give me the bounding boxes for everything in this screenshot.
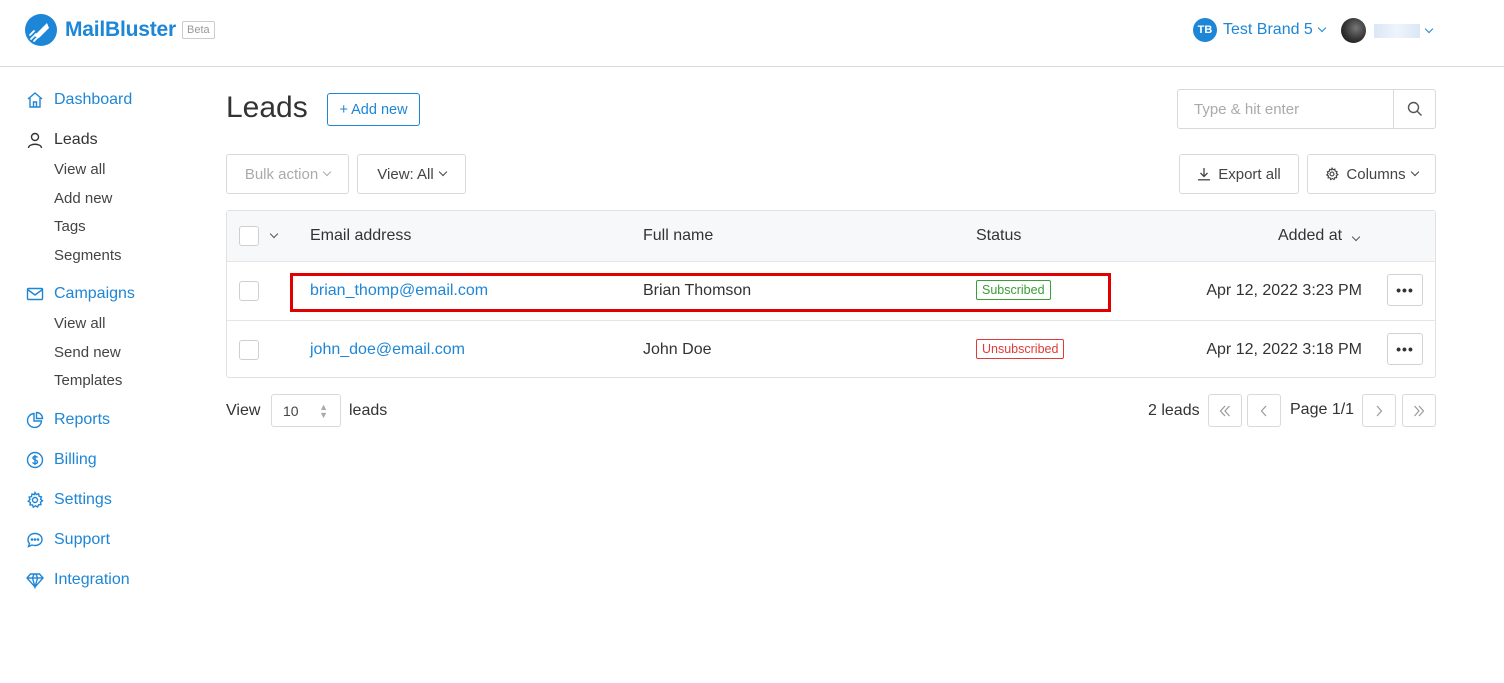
beta-badge: Beta <box>182 21 215 39</box>
app-name: MailBluster <box>65 18 176 41</box>
sidebar-item-reports[interactable]: Reports <box>26 411 110 429</box>
table-header: Email address Full name Status Added at <box>227 211 1435 262</box>
sidebar-subitem-leads-tags[interactable]: Tags <box>54 218 86 235</box>
chat-bubble-icon <box>26 531 44 549</box>
sidebar-item-label: Billing <box>54 451 97 468</box>
chevron-down-icon <box>1410 167 1419 177</box>
previous-page-button[interactable] <box>1247 394 1281 427</box>
envelope-icon <box>26 285 44 303</box>
sidebar-subitem-leads-segments[interactable]: Segments <box>54 247 122 264</box>
status-badge: Unsubscribed <box>976 339 1065 359</box>
select-all-checkbox[interactable] <box>239 226 259 246</box>
pie-chart-icon <box>26 411 44 429</box>
columns-label: Columns <box>1346 165 1406 183</box>
columns-dropdown[interactable]: Columns <box>1307 154 1436 194</box>
sidebar-subitem-campaigns-view-all[interactable]: View all <box>54 315 105 332</box>
chevron-down-icon <box>438 167 447 177</box>
sidebar-subitem-leads-add-new[interactable]: Add new <box>54 190 112 207</box>
chevron-down-icon <box>1351 232 1360 242</box>
sidebar-item-settings[interactable]: Settings <box>26 491 112 509</box>
page-size-value: 10 <box>283 402 299 419</box>
search-icon <box>1407 101 1422 116</box>
top-bar: MailBluster Beta TB Test Brand 5 <box>0 0 1504 67</box>
first-page-button[interactable] <box>1208 394 1242 427</box>
lead-email-link[interactable]: john_doe@email.com <box>310 341 465 359</box>
search-box <box>1177 89 1436 129</box>
add-new-button[interactable]: + Add new <box>327 93 420 126</box>
leads-label: leads <box>349 402 388 419</box>
user-name-redacted <box>1374 23 1420 38</box>
brand-name: Test Brand 5 <box>1223 21 1313 38</box>
chevron-down-icon <box>322 167 332 177</box>
sidebar-item-label: Campaigns <box>54 285 135 302</box>
highlight-box <box>290 273 1111 312</box>
row-checkbox[interactable] <box>239 340 259 360</box>
sidebar-item-leads[interactable]: Leads <box>26 131 98 149</box>
chevron-down-icon <box>1424 24 1434 33</box>
search-input[interactable] <box>1178 90 1393 128</box>
search-button[interactable] <box>1393 90 1435 128</box>
sidebar-subitem-leads-view-all[interactable]: View all <box>54 161 105 178</box>
table-row: john_doe@email.com John Doe Unsubscribed… <box>227 320 1435 378</box>
chevron-down-icon <box>1317 23 1327 33</box>
sidebar-subitem-campaigns-templates[interactable]: Templates <box>54 372 122 389</box>
download-icon <box>1198 168 1211 181</box>
chevron-right-icon <box>1376 405 1383 416</box>
chevron-down-icon[interactable] <box>269 229 279 239</box>
sidebar-item-label: Reports <box>54 411 111 428</box>
user-icon <box>26 131 44 149</box>
gear-icon <box>26 491 44 509</box>
export-all-label: Export all <box>1218 165 1281 183</box>
sidebar-item-support[interactable]: Support <box>26 531 110 549</box>
stepper-arrows-icon: ▲ ▼ <box>319 402 328 420</box>
column-header-name[interactable]: Full name <box>643 227 713 245</box>
lead-full-name: John Doe <box>643 341 712 358</box>
total-leads-count: 2 leads <box>1148 402 1200 419</box>
view-label: View <box>226 402 261 419</box>
bulk-action-label: Bulk action <box>244 165 319 183</box>
page-title: Leads <box>226 91 308 124</box>
logo-icon <box>25 14 57 46</box>
lead-added-at: Apr 12, 2022 3:23 PM <box>1206 282 1362 299</box>
row-checkbox[interactable] <box>239 281 259 301</box>
sidebar-subitem-campaigns-send-new[interactable]: Send new <box>54 344 121 361</box>
home-icon <box>26 91 44 109</box>
double-chevron-left-icon <box>1219 405 1230 416</box>
export-all-button[interactable]: Export all <box>1179 154 1299 194</box>
column-header-added-at[interactable]: Added at <box>1278 227 1360 245</box>
row-actions-button[interactable]: ••• <box>1387 274 1423 306</box>
sidebar-item-label: Support <box>54 531 111 548</box>
user-menu[interactable] <box>1341 18 1434 43</box>
dollar-icon <box>26 451 44 469</box>
sidebar-item-label: Dashboard <box>54 91 133 108</box>
diamond-icon <box>26 571 44 589</box>
avatar <box>1341 18 1366 43</box>
sidebar-item-billing[interactable]: Billing <box>26 451 97 469</box>
row-actions-button[interactable]: ••• <box>1387 333 1423 365</box>
view-filter-dropdown[interactable]: View: All <box>357 154 466 194</box>
last-page-button[interactable] <box>1402 394 1436 427</box>
brand-switcher[interactable]: TB Test Brand 5 <box>1193 18 1327 42</box>
chevron-left-icon <box>1260 405 1267 416</box>
double-chevron-right-icon <box>1414 405 1425 416</box>
next-page-button[interactable] <box>1362 394 1396 427</box>
view-filter-label: View: All <box>377 165 434 183</box>
sidebar-item-label: Leads <box>54 131 98 148</box>
column-header-status[interactable]: Status <box>976 227 1021 245</box>
column-header-email[interactable]: Email address <box>310 227 411 245</box>
logo[interactable]: MailBluster Beta <box>25 14 215 46</box>
lead-added-at: Apr 12, 2022 3:18 PM <box>1206 341 1362 358</box>
bulk-action-dropdown[interactable]: Bulk action <box>226 154 349 194</box>
sidebar-item-label: Settings <box>54 491 112 508</box>
sidebar-item-campaigns[interactable]: Campaigns <box>26 285 135 303</box>
added-at-label: Added at <box>1278 227 1343 244</box>
sidebar-item-label: Integration <box>54 571 130 588</box>
sidebar-item-dashboard[interactable]: Dashboard <box>26 91 132 109</box>
page-indicator: Page 1/1 <box>1290 401 1355 418</box>
sidebar-item-integration[interactable]: Integration <box>26 571 130 589</box>
brand-avatar: TB <box>1193 18 1217 42</box>
gear-icon <box>1326 167 1340 181</box>
page-size-stepper[interactable]: 10 ▲ ▼ <box>271 394 341 427</box>
